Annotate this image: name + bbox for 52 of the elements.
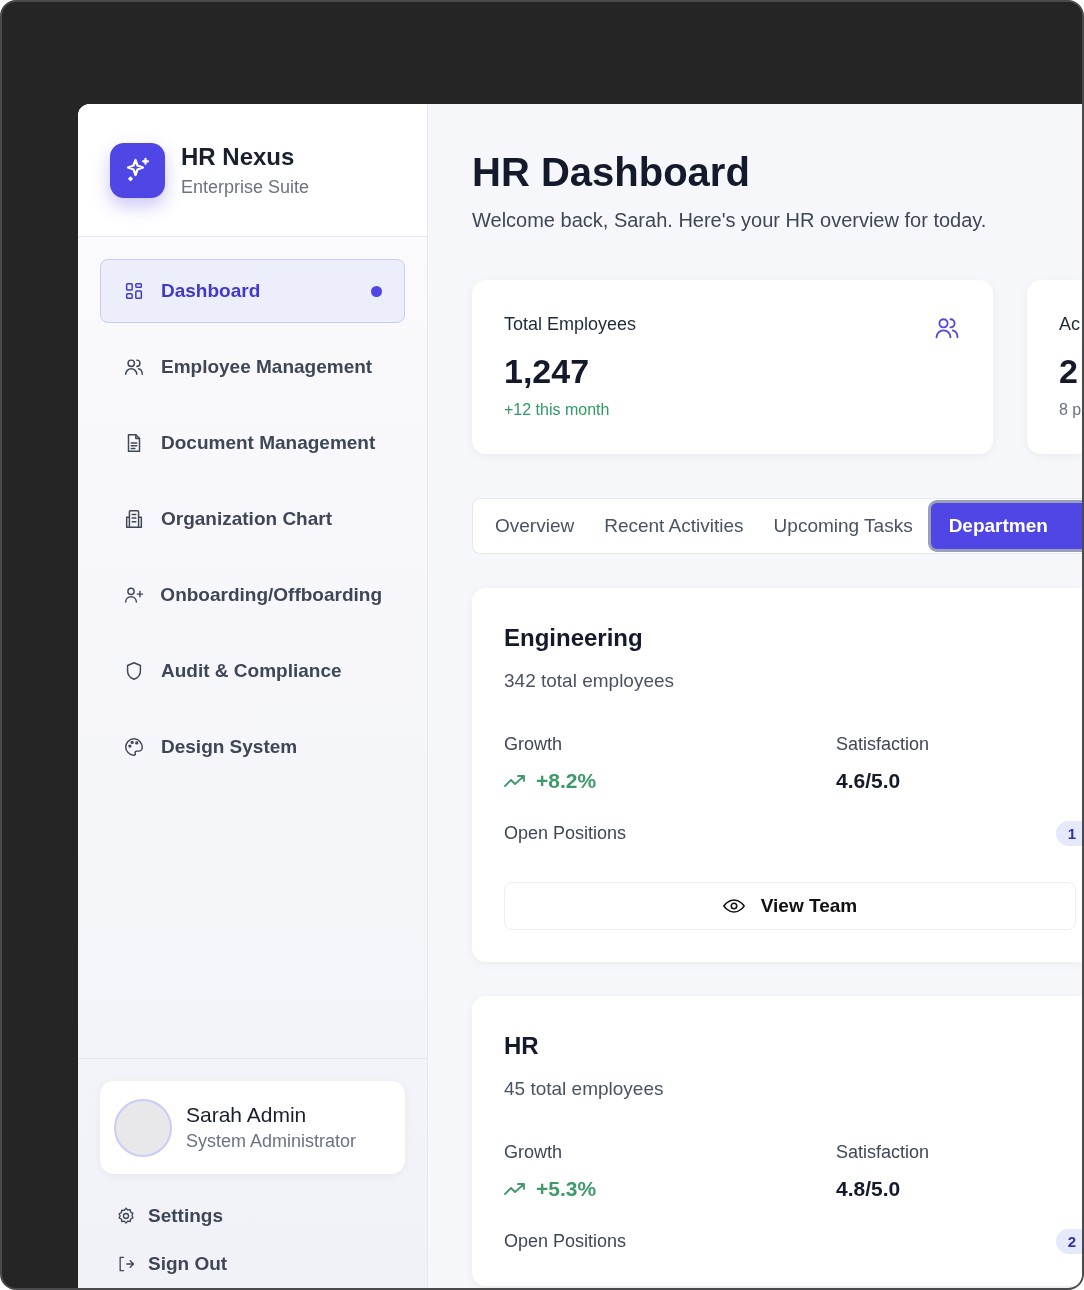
eye-icon: [722, 898, 745, 914]
metric-label: Open Positions: [504, 823, 627, 844]
nav-item[interactable]: Dashboard: [100, 259, 405, 323]
page-subtitle: Welcome back, Sarah. Here's your HR overview for today.: [472, 209, 988, 232]
brand-name: HR Nexus: [181, 142, 296, 171]
stat-label: Ac: [1059, 314, 1080, 335]
grid-icon: [123, 280, 145, 302]
page-title: HR Dashboard: [472, 150, 751, 195]
users-icon: [123, 356, 145, 378]
user-name: Sarah Admin: [186, 1103, 308, 1127]
metric-label: Growth: [504, 1142, 564, 1163]
positions-badge: 2: [1055, 1229, 1082, 1254]
sparkle-logo-icon: [110, 142, 165, 198]
active-dot-icon: [371, 285, 382, 297]
nav-item[interactable]: Audit & Compliance: [100, 639, 405, 703]
employee-count: 45 total employees: [504, 1078, 665, 1100]
metric-label: Open Positions: [504, 1231, 627, 1252]
department-name: Engineering: [504, 624, 644, 652]
stat-value: 1,247: [504, 352, 591, 391]
stat-label: Total Employees: [504, 314, 637, 335]
tab[interactable]: Upcoming Tasks: [761, 505, 925, 547]
stat-note: 8 p: [1059, 401, 1082, 419]
nav-item[interactable]: Employee Management: [100, 335, 405, 399]
growth-value: +5.3%: [536, 1177, 597, 1201]
trend-up-icon: [504, 774, 526, 788]
tab[interactable]: Departmen: [930, 503, 1082, 549]
stat-value: 2: [1059, 352, 1079, 391]
satisfaction-value: 4.6/5.0: [836, 769, 902, 793]
metric-label: Growth: [504, 734, 564, 755]
trend-up-icon: [504, 1182, 526, 1196]
nav-item[interactable]: Document Management: [100, 411, 405, 475]
brand-subtitle: Enterprise Suite: [181, 176, 310, 198]
positions-badge: 1: [1055, 821, 1082, 846]
tab[interactable]: Overview: [483, 505, 587, 547]
nav-item[interactable]: Onboarding/Offboarding: [100, 563, 405, 627]
employee-count: 342 total employees: [504, 670, 676, 692]
tab[interactable]: Recent Activities: [592, 505, 756, 547]
building-icon: [123, 508, 145, 530]
stat-note: +12 this month: [504, 401, 611, 419]
metric-label: Satisfaction: [836, 1142, 931, 1163]
nav-item[interactable]: Organization Chart: [100, 487, 405, 551]
metric-label: Satisfaction: [836, 734, 931, 755]
settings-icon: [116, 1206, 136, 1226]
user-role: System Administrator: [186, 1131, 357, 1152]
sidebar-link[interactable]: Settings: [100, 1192, 405, 1240]
department-name: HR: [504, 1032, 540, 1060]
nav-item[interactable]: Design System: [100, 715, 405, 779]
view-team-button[interactable]: View Team: [504, 882, 1076, 930]
palette-icon: [123, 736, 145, 758]
growth-value: +8.2%: [536, 769, 597, 793]
sidebar-link[interactable]: Sign Out: [100, 1240, 405, 1288]
satisfaction-value: 4.8/5.0: [836, 1177, 902, 1201]
